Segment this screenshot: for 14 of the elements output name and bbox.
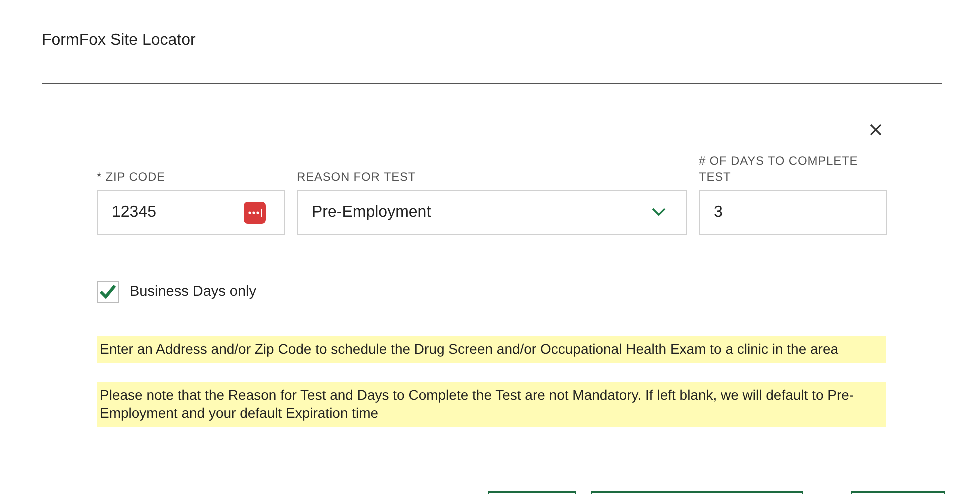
reason-dropdown[interactable]: Pre-Employment bbox=[297, 190, 687, 235]
info-note: Enter an Address and/or Zip Code to schedule the Drug Screen and/or Occupational Health Exam to a clinic in the area bbox=[97, 336, 886, 363]
checkbox-label: Business Days only bbox=[130, 284, 257, 300]
chevron-down-icon bbox=[652, 208, 666, 217]
field-label: # OF DAYS TO COMPLETE TEST bbox=[699, 153, 860, 185]
window-title: FormFox Site Locator bbox=[42, 31, 196, 51]
field-label: REASON FOR TEST bbox=[297, 169, 416, 185]
info-note: Please note that the Reason for Test and Days to Complete the Test are not Mandatory. If left blank, we will default to Pre-Employment and your default Expiration time bbox=[97, 382, 886, 427]
field-label: * ZIP CODE bbox=[97, 169, 166, 185]
password-manager-icon[interactable] bbox=[244, 202, 266, 224]
close-icon[interactable] bbox=[870, 124, 882, 136]
input-field[interactable]: 3 bbox=[699, 190, 887, 235]
checkbox[interactable] bbox=[97, 281, 119, 303]
input-field[interactable]: 12345 bbox=[97, 190, 285, 235]
